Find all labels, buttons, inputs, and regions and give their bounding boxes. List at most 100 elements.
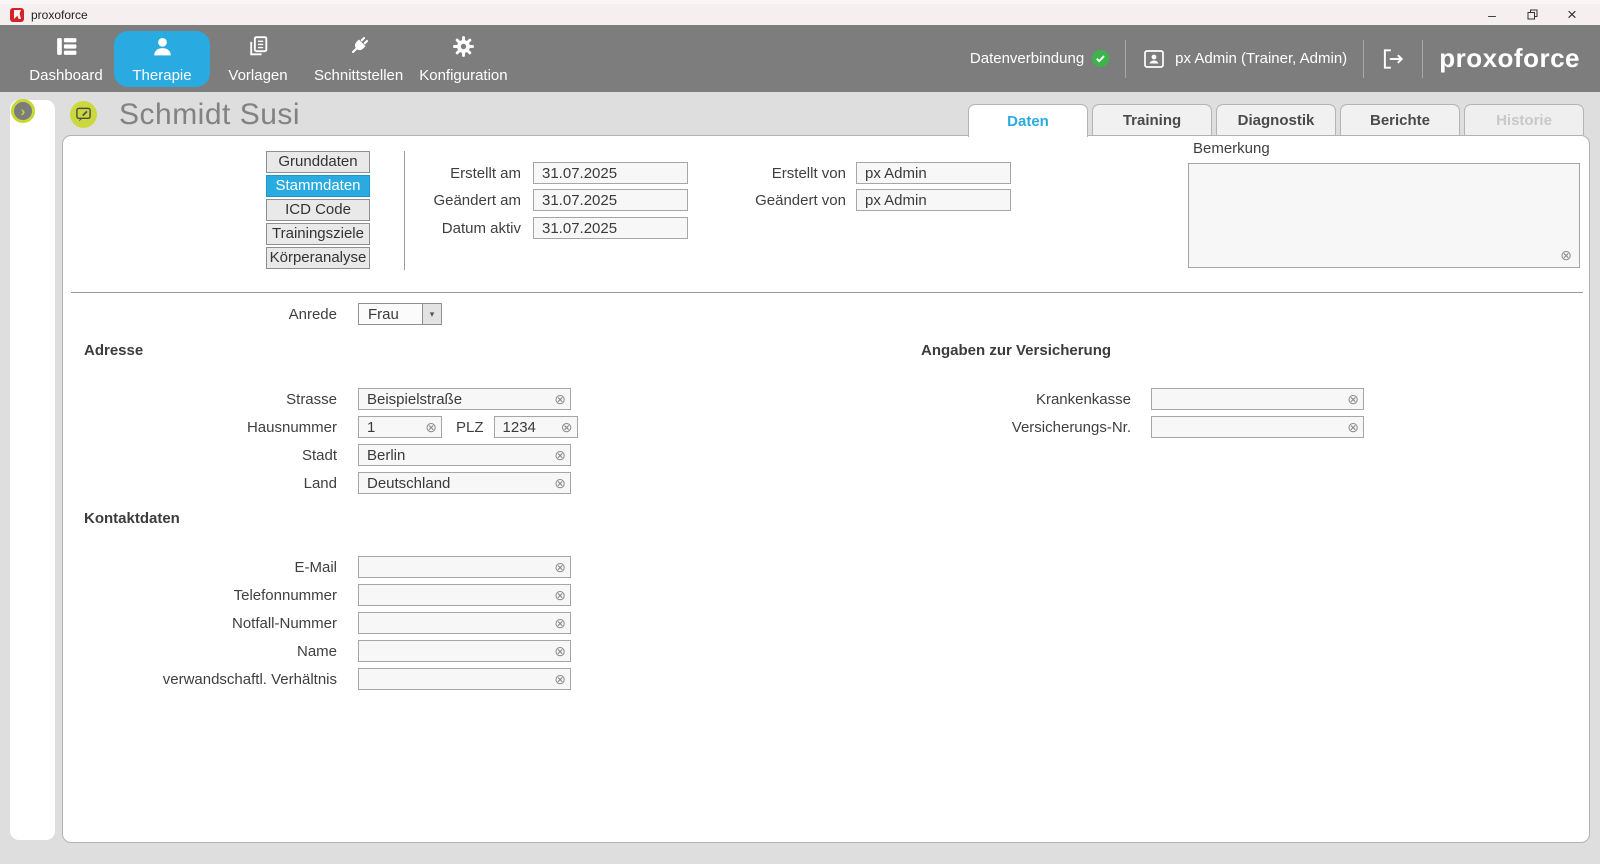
notfall-nummer-field[interactable]: ⊗ [358,612,571,634]
clear-icon[interactable]: ⊗ [554,616,566,630]
telefonnummer-input[interactable] [359,585,570,605]
nav-item-vorlagen[interactable]: Vorlagen [210,31,306,87]
clear-icon[interactable]: ⊗ [561,420,573,434]
logout-button[interactable] [1380,46,1406,72]
erstellt-am-input[interactable] [534,163,687,183]
sidebar-expand-button[interactable]: › [11,99,35,123]
subnav-trainingsziele[interactable]: Trainingsziele [266,223,370,245]
patient-note-button[interactable] [70,101,97,128]
field-label: Datum aktiv [383,220,521,237]
krankenkasse-input[interactable] [1152,389,1363,409]
stadt-field[interactable]: ⊗ [358,444,571,466]
contact-row: Telefonnummer ⊗ [83,584,571,606]
geaendert-von-field[interactable] [856,189,1011,211]
dashboard-icon [54,34,79,64]
subnav-icd-code[interactable]: ICD Code [266,199,370,221]
verhaeltnis-field[interactable]: ⊗ [358,668,571,690]
geaendert-am-field[interactable] [533,189,688,211]
telefonnummer-field[interactable]: ⊗ [358,584,571,606]
clear-icon[interactable]: ⊗ [554,672,566,686]
chevron-down-icon[interactable]: ▾ [422,304,441,324]
nav-item-label: Schnittstellen [314,67,403,84]
strasse-input[interactable] [359,389,570,409]
address-row: Strasse ⊗ [83,388,571,410]
contact-row: E-Mail ⊗ [83,556,571,578]
krankenkasse-field[interactable]: ⊗ [1151,388,1364,410]
subnav-stammdaten[interactable]: Stammdaten [266,175,370,197]
user-badge-icon [1142,47,1166,71]
collapsed-sidebar [10,100,55,840]
land-field[interactable]: ⊗ [358,472,571,494]
close-button[interactable]: × [1552,4,1592,25]
horizontal-divider [71,292,1583,293]
address-row: Hausnummer ⊗ PLZ ⊗ [83,416,578,438]
notfall-nummer-input[interactable] [359,613,570,633]
field-label: verwandschaftl. Verhältnis [83,671,337,688]
clear-icon[interactable]: ⊗ [554,588,566,602]
patient-tabs: Daten Training Diagnostik Berichte Histo… [968,104,1584,137]
user-menu[interactable]: px Admin (Trainer, Admin) [1142,47,1347,71]
restore-button[interactable] [1512,4,1552,25]
clear-icon[interactable]: ⊗ [1347,420,1359,434]
main-navbar: Dashboard Therapie Vorlagen [0,25,1600,92]
clear-icon[interactable]: ⊗ [554,560,566,574]
anrede-select[interactable]: Frau ▾ [358,303,442,325]
contact-heading: Kontaktdaten [84,510,180,527]
clear-icon[interactable]: ⊗ [554,644,566,658]
field-label: Notfall-Nummer [83,615,337,632]
field-label: E-Mail [83,559,337,576]
field-label: Erstellt am [383,165,521,182]
tab-diagnostik[interactable]: Diagnostik [1216,104,1336,135]
nav-item-konfiguration[interactable]: Konfiguration [411,31,515,87]
meta-row: Geändert von [713,189,1011,211]
tab-berichte[interactable]: Berichte [1340,104,1460,135]
divider [1363,40,1364,78]
contact-row: Name ⊗ [83,640,571,662]
clear-icon[interactable]: ⊗ [554,392,566,406]
verhaeltnis-input[interactable] [359,669,570,689]
logout-icon [1380,46,1406,72]
anrede-row: Anrede Frau ▾ [83,303,442,325]
nav-item-schnittstellen[interactable]: Schnittstellen [306,31,411,87]
field-label: Geändert von [713,192,846,209]
clear-icon[interactable]: ⊗ [554,448,566,462]
proxoforce-logo: proxoforce [1439,43,1580,74]
templates-icon [246,34,271,64]
contact-row: Notfall-Nummer ⊗ [83,612,571,634]
name-input[interactable] [359,641,570,661]
geaendert-am-input[interactable] [534,190,687,210]
nav-item-dashboard[interactable]: Dashboard [18,31,114,87]
clear-icon[interactable]: ⊗ [554,476,566,490]
field-label: Stadt [83,447,337,464]
erstellt-von-field[interactable] [856,162,1011,184]
hausnummer-field[interactable]: ⊗ [358,416,442,438]
erstellt-von-input[interactable] [857,163,1010,183]
versicherungsnr-field[interactable]: ⊗ [1151,416,1364,438]
clear-icon[interactable]: ⊗ [1560,248,1572,262]
subnav-grunddaten[interactable]: Grunddaten [266,151,370,173]
address-heading: Adresse [84,342,143,359]
field-label: Krankenkasse [923,391,1131,408]
datum-aktiv-field[interactable] [533,217,688,239]
remark-textarea[interactable]: ⊗ [1188,163,1580,268]
nav-item-therapie[interactable]: Therapie [114,31,210,87]
plz-label: PLZ [456,419,484,436]
versicherungsnr-input[interactable] [1152,417,1363,437]
email-input[interactable] [359,557,570,577]
plz-field[interactable]: ⊗ [494,416,578,438]
erstellt-am-field[interactable] [533,162,688,184]
meta-row: Erstellt von [713,162,1011,184]
stadt-input[interactable] [359,445,570,465]
land-input[interactable] [359,473,570,493]
subnav-koerperanalyse[interactable]: Körperanalyse [266,247,370,269]
tab-training[interactable]: Training [1092,104,1212,135]
strasse-field[interactable]: ⊗ [358,388,571,410]
minimize-button[interactable]: – [1472,4,1512,25]
name-field[interactable]: ⊗ [358,640,571,662]
datum-aktiv-input[interactable] [534,218,687,238]
geaendert-von-input[interactable] [857,190,1010,210]
tab-daten[interactable]: Daten [968,104,1088,137]
clear-icon[interactable]: ⊗ [425,420,437,434]
email-field[interactable]: ⊗ [358,556,571,578]
clear-icon[interactable]: ⊗ [1347,392,1359,406]
